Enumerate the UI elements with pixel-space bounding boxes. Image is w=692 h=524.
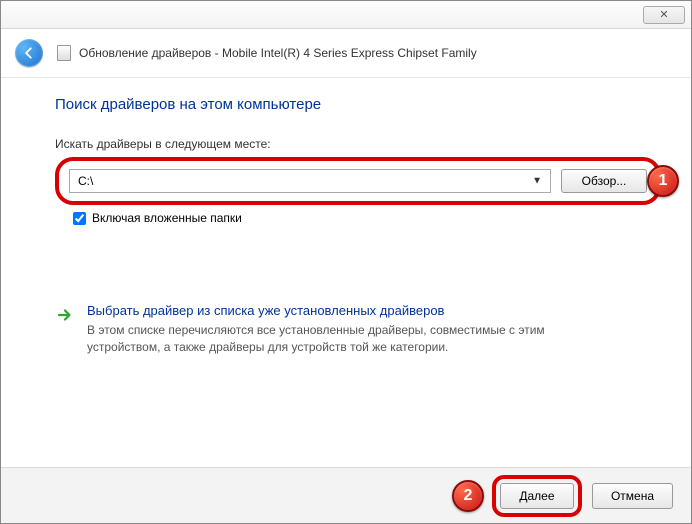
highlight-2: Далее 2 (492, 475, 582, 517)
chevron-down-icon: ▼ (532, 176, 542, 187)
browse-button[interactable]: Обзор... (561, 169, 647, 193)
search-location-label: Искать драйверы в следующем месте: (55, 137, 661, 151)
back-button[interactable] (15, 39, 43, 67)
annotation-badge-2: 2 (452, 480, 484, 512)
path-combobox[interactable]: C:\ ▼ (69, 169, 551, 193)
pick-description: В этом списке перечисляются все установл… (87, 322, 587, 356)
close-icon: ✕ (659, 8, 668, 21)
pick-text: Выбрать драйвер из списка уже установлен… (87, 303, 587, 356)
device-icon (57, 45, 71, 61)
path-value: C:\ (78, 174, 93, 188)
pick-title: Выбрать драйвер из списка уже установлен… (87, 303, 587, 318)
arrow-right-icon (55, 305, 75, 325)
highlight-1: C:\ ▼ Обзор... 1 (55, 157, 661, 205)
header-bar: Обновление драйверов - Mobile Intel(R) 4… (1, 29, 691, 78)
include-subfolders-label: Включая вложенные папки (92, 211, 242, 225)
titlebar: ✕ (1, 1, 691, 29)
arrow-left-icon (22, 46, 36, 60)
browse-button-label: Обзор... (582, 174, 627, 188)
content-area: Поиск драйверов на этом компьютере Искат… (1, 78, 691, 356)
cancel-button-label: Отмена (611, 489, 654, 503)
pick-from-list-option[interactable]: Выбрать драйвер из списка уже установлен… (55, 303, 661, 356)
page-heading: Поиск драйверов на этом компьютере (55, 96, 661, 113)
cancel-button[interactable]: Отмена (592, 483, 673, 509)
window-title-text: Обновление драйверов - Mobile Intel(R) 4… (79, 46, 477, 60)
next-button[interactable]: Далее (500, 483, 574, 509)
footer-bar: Далее 2 Отмена (1, 467, 691, 523)
annotation-badge-1: 1 (647, 165, 679, 197)
window-close-button[interactable]: ✕ (643, 6, 685, 24)
window-title: Обновление драйверов - Mobile Intel(R) 4… (57, 45, 477, 61)
include-subfolders-row[interactable]: Включая вложенные папки (73, 211, 661, 225)
next-button-label: Далее (519, 489, 554, 503)
include-subfolders-checkbox[interactable] (73, 212, 86, 225)
